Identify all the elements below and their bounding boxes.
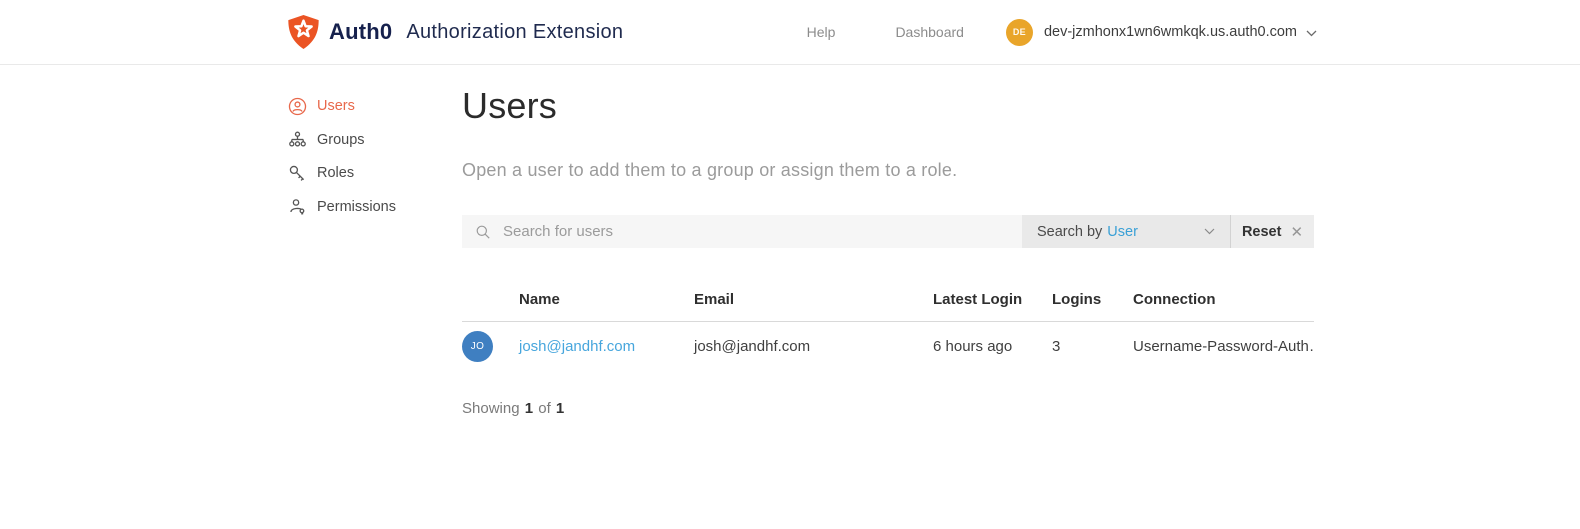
column-header-latest-login: Latest Login	[933, 291, 1023, 308]
sidebar-item-label: Permissions	[317, 198, 396, 215]
column-header-email: Email	[694, 291, 735, 308]
reset-label: Reset	[1241, 223, 1282, 240]
avatar: JO	[462, 331, 493, 362]
search-icon	[476, 225, 490, 239]
brand: Auth0 Authorization Extension	[287, 14, 623, 50]
search-row: Search by User Reset ✕	[462, 215, 1314, 248]
search-input-wrap	[462, 215, 1022, 248]
page-subtitle: Open a user to add them to a group or as…	[462, 160, 958, 180]
summary-count: 1	[524, 400, 534, 417]
cell-logins: 3	[1052, 338, 1061, 355]
cell-latest-login: 6 hours ago	[933, 338, 1013, 355]
user-circle-icon	[287, 96, 307, 116]
table-header-row: Name Email Latest Login Logins Connectio…	[462, 291, 1314, 322]
sidebar-item-users[interactable]: Users	[287, 96, 462, 116]
chevron-down-icon	[1204, 228, 1215, 235]
nav-help-link[interactable]: Help	[807, 24, 836, 40]
users-table: Name Email Latest Login Logins Connectio…	[462, 291, 1314, 371]
brand-name: Auth0	[329, 19, 393, 44]
sidebar-item-roles[interactable]: Roles	[287, 163, 462, 183]
key-icon	[287, 163, 307, 183]
chevron-down-icon	[1306, 30, 1317, 36]
column-header-connection: Connection	[1133, 291, 1216, 308]
table-row[interactable]: JO josh@jandhf.com josh@jandhf.com 6 hou…	[462, 322, 1314, 371]
tenant-name: dev-jzmhonx1wn6wmkqk.us.auth0.com	[1043, 24, 1297, 40]
app-title: Authorization Extension	[406, 20, 624, 43]
summary-showing: Showing	[462, 400, 520, 417]
sidebar-item-label: Users	[317, 98, 355, 114]
reset-button[interactable]: Reset ✕	[1230, 215, 1314, 248]
tenant-avatar: DE	[1005, 18, 1033, 46]
sidebar-item-permissions[interactable]: Permissions	[287, 197, 462, 217]
sidebar-item-groups[interactable]: Groups	[287, 130, 462, 150]
cell-name: josh@jandhf.com	[519, 338, 694, 355]
person-key-icon	[287, 197, 307, 217]
cell-connection: Username-Password-Auth…	[1133, 338, 1314, 355]
column-header-name: Name	[519, 291, 560, 308]
sidebar: Users Groups Roles Permissions	[287, 65, 462, 230]
cell-email: josh@jandhf.com	[694, 338, 811, 355]
column-header-logins: Logins	[1052, 291, 1102, 308]
summary-total: 1	[555, 400, 565, 417]
sidebar-item-label: Groups	[317, 131, 365, 148]
search-by-value: User	[1107, 223, 1138, 240]
close-icon: ✕	[1290, 223, 1304, 241]
cell-avatar: JO	[462, 331, 519, 362]
org-hierarchy-icon	[287, 130, 307, 150]
user-name-link[interactable]: josh@jandhf.com	[519, 338, 635, 355]
tenant-menu[interactable]: DE dev-jzmhonx1wn6wmkqk.us.auth0.com	[1005, 18, 1317, 46]
search-by-dropdown[interactable]: Search by User	[1022, 215, 1230, 248]
page-title: Users	[462, 85, 558, 126]
results-summary: Showing 1 of 1	[462, 400, 1314, 417]
header-nav: Help Dashboard	[807, 24, 964, 40]
auth0-logo-icon	[288, 14, 319, 50]
search-by-label: Search by	[1037, 223, 1103, 240]
app-header: Auth0 Authorization Extension Help Dashb…	[0, 0, 1580, 65]
nav-dashboard-link[interactable]: Dashboard	[895, 24, 964, 40]
summary-of: of	[538, 400, 551, 417]
search-input[interactable]	[501, 222, 1009, 241]
sidebar-item-label: Roles	[317, 165, 355, 181]
main-content: Users Open a user to add them to a group…	[462, 65, 1314, 417]
